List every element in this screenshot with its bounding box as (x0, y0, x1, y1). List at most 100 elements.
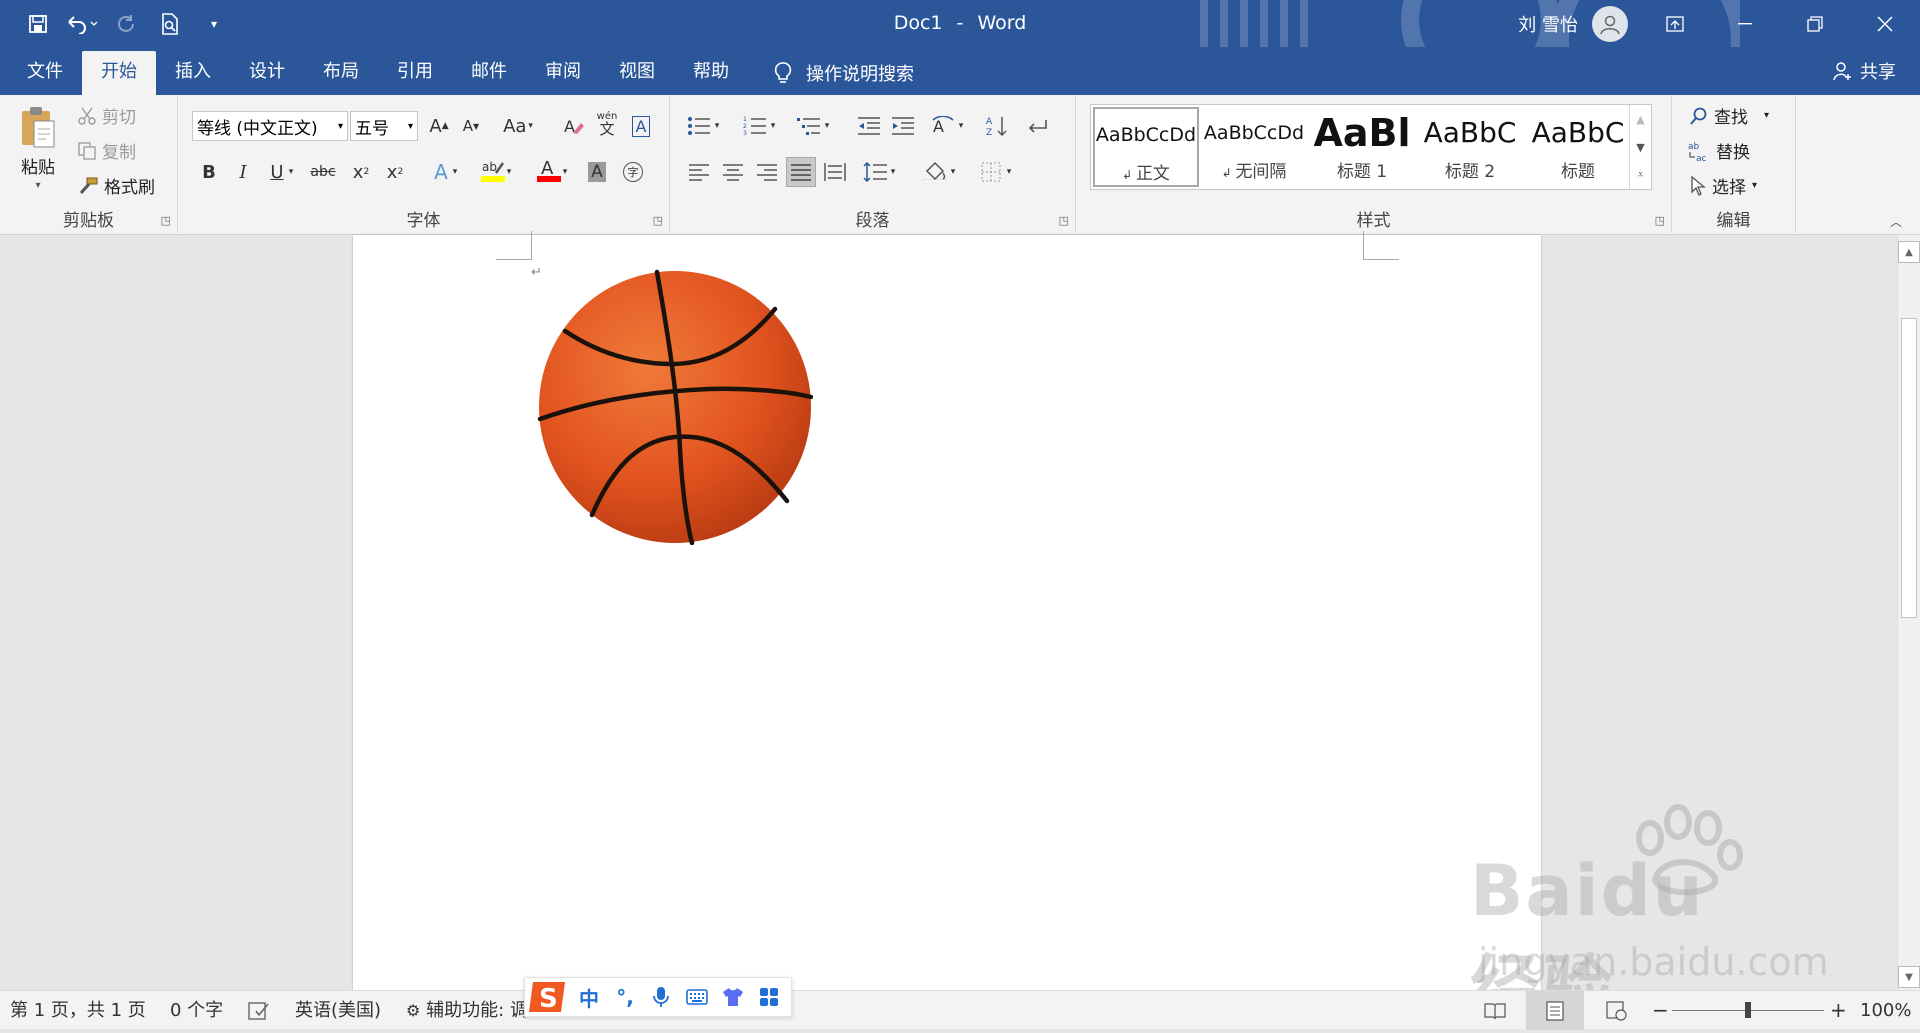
toolbox-grid-icon[interactable] (751, 978, 787, 1016)
font-dialog-launcher-icon[interactable]: ◳ (653, 214, 663, 227)
style-heading-2[interactable]: AaBbC 标题 2 (1417, 107, 1523, 187)
align-center-icon[interactable] (718, 157, 748, 187)
tab-help[interactable]: 帮助 (674, 51, 748, 95)
clear-formatting-icon[interactable]: A (558, 111, 588, 141)
clipboard-dialog-launcher-icon[interactable]: ◳ (161, 214, 171, 227)
scroll-down-icon[interactable]: ▼ (1898, 966, 1920, 988)
distributed-icon[interactable] (820, 157, 850, 187)
page-count[interactable]: 第 1 页，共 1 页 (10, 991, 146, 1030)
keyboard-icon[interactable] (679, 978, 715, 1016)
tab-layout[interactable]: 布局 (304, 51, 378, 95)
ime-punctuation-indicator[interactable]: °, (607, 978, 643, 1016)
close-icon[interactable] (1850, 0, 1920, 47)
styles-dialog-launcher-icon[interactable]: ◳ (1655, 214, 1665, 227)
paragraph-dialog-launcher-icon[interactable]: ◳ (1059, 214, 1069, 227)
sort-icon[interactable]: AZ (982, 111, 1012, 141)
font-size-box[interactable]: 五号 ▾ (350, 111, 418, 141)
align-left-icon[interactable] (684, 157, 714, 187)
tab-insert[interactable]: 插入 (156, 51, 230, 95)
bullets-dropdown-icon[interactable]: ▾ (710, 111, 724, 141)
accessibility-checker[interactable]: ⚙ 辅助功能: 调 (406, 991, 528, 1030)
italic-icon[interactable]: I (228, 157, 258, 187)
tab-review[interactable]: 审阅 (526, 51, 600, 95)
paste-dropdown-icon[interactable]: ▾ (35, 180, 40, 191)
scrollbar-thumb[interactable] (1901, 318, 1917, 618)
language-indicator[interactable]: 英语(美国) (295, 991, 381, 1030)
tab-home[interactable]: 开始 (82, 51, 156, 95)
text-effects-dropdown-icon[interactable]: ▾ (448, 157, 462, 187)
skin-shirt-icon[interactable] (715, 978, 751, 1016)
superscript-icon[interactable]: x2 (380, 157, 410, 187)
share-button[interactable]: 共享 (1832, 47, 1896, 95)
copy-button[interactable]: 复制 (78, 138, 136, 163)
change-case-button[interactable]: Aa ▾ (496, 111, 540, 141)
document-page[interactable]: ↵ (353, 231, 1541, 990)
proofing-icon[interactable] (248, 991, 270, 1030)
bold-icon[interactable]: B (194, 157, 224, 187)
basketball-image[interactable] (537, 269, 813, 545)
style-normal[interactable]: AaBbCcDd ↲ 正文 (1093, 107, 1199, 187)
scroll-up-icon[interactable]: ▲ (1898, 241, 1920, 263)
shrink-font-icon[interactable]: A ▼ (456, 111, 486, 141)
style-heading-1[interactable]: AaBl 标题 1 (1309, 107, 1415, 187)
multilevel-dropdown-icon[interactable]: ▾ (820, 111, 834, 141)
zoom-level[interactable]: 100% (1860, 991, 1911, 1030)
font-name-box[interactable]: 等线 (中文正文) ▾ (192, 111, 348, 141)
tell-me-search[interactable]: 操作说明搜索 (774, 51, 914, 95)
numbering-dropdown-icon[interactable]: ▾ (766, 111, 780, 141)
web-layout-icon[interactable] (1606, 991, 1628, 1030)
align-right-icon[interactable] (752, 157, 782, 187)
styles-scroll-up-icon[interactable]: ▲ (1630, 105, 1651, 133)
select-dropdown-icon[interactable]: ▾ (1752, 180, 1757, 191)
word-count[interactable]: 0 个字 (170, 991, 223, 1030)
decrease-indent-icon[interactable] (854, 111, 884, 141)
avatar[interactable] (1592, 5, 1628, 42)
tab-file[interactable]: 文件 (8, 51, 82, 95)
find-button[interactable]: 查找 ▾ (1690, 103, 1769, 128)
replace-button[interactable]: ab ac 替换 (1688, 138, 1750, 164)
style-title[interactable]: AaBbC 标题 (1525, 107, 1631, 187)
line-spacing-dropdown-icon[interactable]: ▾ (886, 157, 900, 187)
shading-dropdown-icon[interactable]: ▾ (946, 157, 960, 187)
font-name-dropdown-icon[interactable]: ▾ (338, 121, 343, 132)
tab-view[interactable]: 视图 (600, 51, 674, 95)
font-size-dropdown-icon[interactable]: ▾ (408, 121, 413, 132)
enclose-characters-icon[interactable]: 字 (618, 157, 648, 187)
grow-font-icon[interactable]: A ▲ (424, 111, 454, 141)
font-color-dropdown-icon[interactable]: ▾ (558, 157, 572, 187)
phonetic-guide-icon[interactable]: wén 文 (592, 109, 622, 139)
show-formatting-marks-icon[interactable] (1022, 111, 1052, 141)
strikethrough-icon[interactable]: abc (308, 157, 338, 187)
zoom-out-icon[interactable]: − (1652, 991, 1669, 1030)
ribbon-display-options-icon[interactable] (1640, 0, 1710, 47)
sogou-logo-icon[interactable]: S (525, 977, 571, 1017)
increase-indent-icon[interactable] (888, 111, 918, 141)
cut-button[interactable]: 剪切 (78, 103, 136, 128)
select-button[interactable]: 选择 ▾ (1690, 173, 1757, 198)
tab-design[interactable]: 设计 (230, 51, 304, 95)
styles-more-icon[interactable]: ⩡ (1630, 161, 1651, 189)
subscript-icon[interactable]: x2 (346, 157, 376, 187)
zoom-slider-thumb[interactable] (1745, 1002, 1751, 1018)
read-mode-icon[interactable] (1484, 991, 1506, 1030)
highlight-dropdown-icon[interactable]: ▾ (502, 157, 516, 187)
justify-icon[interactable] (786, 157, 816, 187)
vertical-scrollbar[interactable]: ▲ ▼ (1897, 235, 1920, 990)
zoom-slider[interactable] (1672, 991, 1824, 1030)
borders-dropdown-icon[interactable]: ▾ (1002, 157, 1016, 187)
character-shading-icon[interactable]: A (582, 157, 612, 187)
print-layout-icon[interactable] (1526, 991, 1584, 1030)
collapse-ribbon-icon[interactable]: ︿ (1890, 213, 1902, 230)
style-no-spacing[interactable]: AaBbCcDd ↲ 无间隔 (1201, 107, 1307, 187)
tab-references[interactable]: 引用 (378, 51, 452, 95)
zoom-in-icon[interactable]: + (1830, 991, 1847, 1030)
minimize-icon[interactable] (1710, 0, 1780, 47)
microphone-icon[interactable] (643, 978, 679, 1016)
underline-dropdown-icon[interactable]: ▾ (284, 157, 298, 187)
account[interactable]: 刘 雪怡 (1518, 0, 1628, 47)
find-dropdown-icon[interactable]: ▾ (1764, 110, 1769, 121)
tab-mailings[interactable]: 邮件 (452, 51, 526, 95)
ime-mode-indicator[interactable]: 中 (571, 978, 607, 1016)
format-painter-button[interactable]: 格式刷 (78, 173, 155, 198)
restore-icon[interactable] (1780, 0, 1850, 47)
